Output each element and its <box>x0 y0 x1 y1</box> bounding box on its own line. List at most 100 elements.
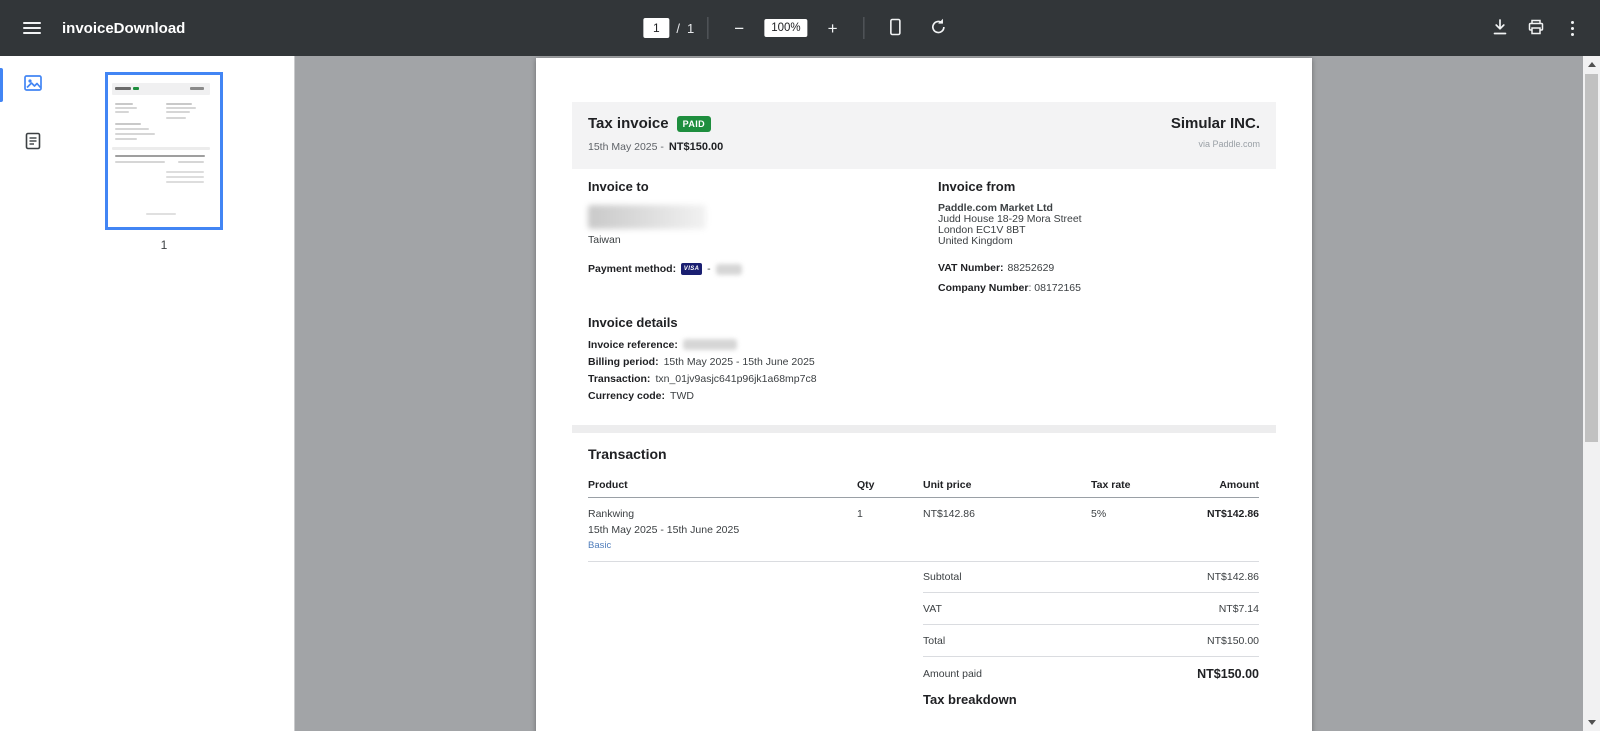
product-name: Rankwing <box>588 508 635 520</box>
totals-section: Subtotal NT$142.86 VAT NT$7.14 Total NT$… <box>923 561 1259 691</box>
subtotal-value: NT$142.86 <box>1207 570 1259 583</box>
seller-name: Simular INC. <box>1170 115 1260 132</box>
vat-number-label: VAT Number: <box>938 262 1004 274</box>
scrollbar-thumb[interactable] <box>1585 74 1598 442</box>
column-header-tax-rate: Tax rate <box>1091 479 1131 491</box>
invoice-reference-row: Invoice reference: <box>588 338 817 351</box>
invoice-from-heading: Invoice from <box>938 179 1016 194</box>
subtotal-label: Subtotal <box>923 570 962 583</box>
page-separator: / <box>676 20 680 36</box>
payment-method-row: Payment method: VISA - <box>588 263 742 275</box>
amount-paid-label: Amount paid <box>923 668 982 680</box>
billing-period-row: Billing period: 15th May 2025 - 15th Jun… <box>588 355 817 368</box>
print-icon <box>1526 17 1546 40</box>
company-number-row: Company Number : 08172165 <box>938 282 1081 294</box>
invoice-to-heading: Invoice to <box>588 179 649 194</box>
vat-row: VAT NT$7.14 <box>923 593 1259 625</box>
column-header-product: Product <box>588 479 628 491</box>
fit-to-page-button[interactable] <box>878 10 914 46</box>
invoice-date: 15th May 2025 - <box>588 141 664 153</box>
billing-period-label: Billing period: <box>588 355 659 368</box>
invoice-title: Tax invoice <box>588 115 669 132</box>
amount-paid-row: Amount paid NT$150.00 <box>923 657 1259 691</box>
vat-value: NT$7.14 <box>1218 602 1259 615</box>
transaction-id-label: Transaction: <box>588 372 651 385</box>
invoice-header-left: Tax invoice PAID 15th May 2025 - NT$150.… <box>588 115 723 156</box>
menu-icon <box>23 22 41 34</box>
document-viewport: Tax invoice PAID 15th May 2025 - NT$150.… <box>295 56 1583 731</box>
scroll-down-icon <box>1587 720 1596 725</box>
zoom-in-icon: + <box>827 18 838 38</box>
redacted-card-digits <box>715 263 742 275</box>
total-label: Total <box>923 634 946 647</box>
redacted-invoice-reference <box>682 339 737 350</box>
invoice-header: Tax invoice PAID 15th May 2025 - NT$150.… <box>572 102 1276 169</box>
currency-code-label: Currency code: <box>588 389 666 402</box>
tax-breakdown-heading: Tax breakdown <box>923 692 1017 707</box>
invoice-details-heading: Invoice details <box>588 315 678 330</box>
download-button[interactable] <box>1482 10 1518 46</box>
payment-method-label: Payment method: <box>588 263 677 275</box>
toolbar-divider <box>863 17 865 39</box>
customer-country: Taiwan <box>588 234 621 246</box>
company-number-value: : 08172165 <box>1028 282 1081 294</box>
transaction-id-value: txn_01jv9asjc641p96jk1a68mp7c8 <box>655 372 817 385</box>
transaction-heading: Transaction <box>588 446 667 462</box>
document-title: invoiceDownload <box>62 19 186 37</box>
currency-code-row: Currency code: TWD <box>588 389 817 402</box>
thumbnails-panel-button[interactable] <box>19 70 47 98</box>
subtotal-row: Subtotal NT$142.86 <box>923 561 1259 593</box>
pdf-viewer-toolbar: invoiceDownload / 1 − 100% + <box>0 0 1600 56</box>
redacted-customer-name <box>588 205 706 229</box>
thumbnail-page-number: 1 <box>160 238 168 252</box>
transaction-id-row: Transaction: txn_01jv9asjc641p96jk1a68mp… <box>588 372 817 385</box>
vat-label: VAT <box>923 602 942 615</box>
column-header-unit-price: Unit price <box>923 479 972 491</box>
invoice-total-amount: NT$150.00 <box>668 141 724 153</box>
page-thumbnail[interactable]: 1 <box>105 72 223 252</box>
toolbar-left: invoiceDownload <box>14 0 185 56</box>
zoom-out-button[interactable]: − <box>721 10 757 46</box>
zoom-level: 100% <box>764 19 808 37</box>
company-number-label: Company Number <box>938 282 1029 294</box>
product-period: 15th May 2025 - 15th June 2025 <box>588 524 740 536</box>
rotate-icon <box>929 17 949 40</box>
toolbar-center-controls: / 1 − 100% + <box>643 0 956 56</box>
rotate-button[interactable] <box>921 10 957 46</box>
more-vert-icon <box>1570 20 1574 36</box>
invoice-reference-label: Invoice reference: <box>588 338 678 351</box>
page-number-input[interactable] <box>643 18 670 38</box>
vertical-scrollbar[interactable] <box>1583 56 1600 731</box>
table-header-rule <box>588 497 1259 498</box>
visa-card-icon: VISA <box>681 263 703 275</box>
scroll-up-button[interactable] <box>1583 56 1600 73</box>
outline-panel-button[interactable] <box>19 128 47 156</box>
amount-paid-value: NT$150.00 <box>1197 667 1259 681</box>
thumbnail-preview <box>105 72 223 230</box>
zoom-in-button[interactable]: + <box>815 10 851 46</box>
total-row: Total NT$150.00 <box>923 625 1259 657</box>
via-paddle: via Paddle.com <box>1198 139 1260 149</box>
download-icon <box>1490 17 1510 40</box>
more-options-button[interactable] <box>1554 10 1590 46</box>
document-outline-icon <box>23 131 43 154</box>
section-divider <box>572 425 1276 433</box>
payment-separator: - <box>707 263 711 275</box>
column-header-amount: Amount <box>1219 479 1259 491</box>
invoice-details-list: Invoice reference: Billing period: 15th … <box>588 339 817 407</box>
scroll-down-button[interactable] <box>1583 714 1600 731</box>
currency-code-value: TWD <box>670 389 694 402</box>
fit-to-page-icon <box>886 17 906 40</box>
product-plan: Basic <box>588 540 612 551</box>
vat-number-value: 88252629 <box>1007 262 1055 274</box>
invoice-header-right: Simular INC. via Paddle.com <box>1171 115 1260 156</box>
column-header-qty: Qty <box>857 479 875 491</box>
thumbnails-sidebar: 1 <box>0 56 295 731</box>
zoom-out-icon: − <box>734 18 745 38</box>
scroll-up-icon <box>1587 62 1596 67</box>
print-button[interactable] <box>1518 10 1554 46</box>
menu-button[interactable] <box>14 10 50 46</box>
toolbar-divider <box>707 17 709 39</box>
billing-period-value: 15th May 2025 - 15th June 2025 <box>663 355 815 368</box>
seller-address-block: Paddle.com Market Ltd Judd House 18-29 M… <box>938 203 1082 247</box>
